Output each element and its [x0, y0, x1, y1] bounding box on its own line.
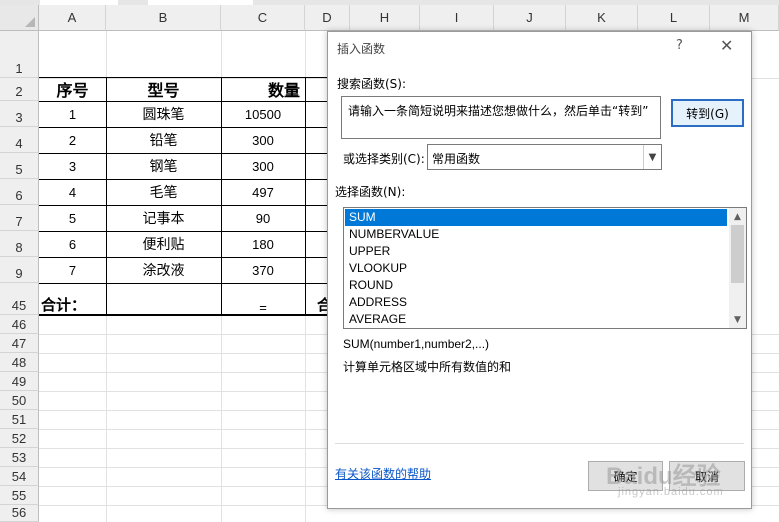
scroll-down-icon[interactable]: ▼: [729, 311, 746, 328]
select-all-corner[interactable]: [0, 5, 39, 31]
function-item-address[interactable]: ADDRESS: [345, 294, 727, 311]
list-scrollbar[interactable]: ▲ ▼: [729, 208, 746, 328]
row-header-52[interactable]: 52: [0, 429, 39, 448]
dialog-divider: [335, 443, 744, 444]
close-icon[interactable]: ✕: [720, 36, 733, 55]
column-header-a[interactable]: A: [39, 5, 106, 31]
table-cell-model[interactable]: 涂改液: [106, 257, 221, 283]
row-header-9[interactable]: 9: [0, 257, 39, 283]
header-cell-index[interactable]: 序号: [39, 78, 106, 102]
table-cell-index[interactable]: 4: [39, 179, 106, 205]
table-cell-model[interactable]: 圆珠笔: [106, 101, 221, 127]
scroll-up-icon[interactable]: ▲: [729, 208, 746, 225]
table-cell-quantity[interactable]: 300: [221, 127, 305, 153]
row-header-46[interactable]: 46: [0, 315, 39, 334]
function-item-round[interactable]: ROUND: [345, 277, 727, 294]
function-item-vlookup[interactable]: VLOOKUP: [345, 260, 727, 277]
dialog-title: 插入函数: [337, 42, 386, 56]
table-cell-model[interactable]: 毛笔: [106, 179, 221, 205]
category-label: 或选择类别(C):: [343, 152, 425, 166]
table-border: [305, 77, 306, 315]
table-cell-index[interactable]: 1: [39, 101, 106, 127]
row-header-3[interactable]: 3: [0, 101, 39, 127]
function-help-link[interactable]: 有关该函数的帮助: [335, 465, 431, 482]
column-header-b[interactable]: B: [106, 5, 221, 31]
row-header-49[interactable]: 49: [0, 372, 39, 391]
table-cell-quantity[interactable]: 90: [221, 205, 305, 231]
column-header-i[interactable]: I: [420, 5, 494, 31]
row-header-6[interactable]: 6: [0, 179, 39, 205]
table-cell-model[interactable]: 钢笔: [106, 153, 221, 179]
table-cell-quantity[interactable]: 497: [221, 179, 305, 205]
goto-button[interactable]: 转到(G): [671, 99, 744, 127]
table-cell-quantity[interactable]: 180: [221, 231, 305, 257]
row-header-45[interactable]: 45: [0, 283, 39, 315]
row-header-8[interactable]: 8: [0, 231, 39, 257]
search-input[interactable]: 请输入一条简短说明来描述您想做什么，然后单击“转到”: [341, 96, 661, 139]
total-partial-cell[interactable]: 合: [317, 283, 327, 316]
row-header-2[interactable]: 2: [0, 78, 39, 101]
table-cell-model[interactable]: 铅笔: [106, 127, 221, 153]
row-header-47[interactable]: 47: [0, 334, 39, 353]
column-header-k[interactable]: K: [566, 5, 638, 31]
column-header-h[interactable]: H: [350, 5, 420, 31]
table-cell-index[interactable]: 7: [39, 257, 106, 283]
function-item-numbervalue[interactable]: NUMBERVALUE: [345, 226, 727, 243]
column-header-d[interactable]: D: [305, 5, 350, 31]
row-header-5[interactable]: 5: [0, 153, 39, 179]
row-header-56[interactable]: 56: [0, 505, 39, 522]
table-cell-quantity[interactable]: 300: [221, 153, 305, 179]
category-value: 常用函数: [432, 152, 481, 166]
table-cell-quantity[interactable]: 370: [221, 257, 305, 283]
table-cell-index[interactable]: 6: [39, 231, 106, 257]
category-select[interactable]: 常用函数 ▼: [427, 144, 662, 170]
row-header-7[interactable]: 7: [0, 205, 39, 231]
total-label-cell[interactable]: 合计：: [41, 283, 106, 316]
cancel-button[interactable]: 取消: [669, 461, 745, 491]
insert-function-dialog: 插入函数 ? ✕ 搜索函数(S): 请输入一条简短说明来描述您想做什么，然后单击…: [327, 31, 752, 509]
table-cell-quantity[interactable]: 10500: [221, 101, 305, 127]
row-header-55[interactable]: 55: [0, 486, 39, 505]
table-cell-model[interactable]: 便利贴: [106, 231, 221, 257]
row-header-51[interactable]: 51: [0, 410, 39, 429]
row-header-1[interactable]: 1: [0, 31, 39, 78]
column-header-l[interactable]: L: [638, 5, 710, 31]
total-formula-cell[interactable]: =: [221, 283, 305, 318]
row-header-4[interactable]: 4: [0, 127, 39, 153]
row-header-50[interactable]: 50: [0, 391, 39, 410]
column-header-j[interactable]: J: [494, 5, 566, 31]
function-list[interactable]: SUM NUMBERVALUE UPPER VLOOKUP ROUND ADDR…: [343, 207, 747, 329]
column-header-m[interactable]: M: [710, 5, 779, 31]
function-syntax: SUM(number1,number2,...): [343, 337, 490, 351]
scroll-thumb[interactable]: [731, 225, 744, 283]
table-cell-index[interactable]: 2: [39, 127, 106, 153]
search-label: 搜索函数(S):: [337, 77, 407, 91]
function-description: 计算单元格区域中所有数值的和: [343, 360, 512, 374]
function-item-average[interactable]: AVERAGE: [345, 311, 727, 328]
ok-button[interactable]: 确定: [588, 461, 663, 491]
function-item-sum[interactable]: SUM: [345, 209, 727, 226]
table-cell-index[interactable]: 5: [39, 205, 106, 231]
chevron-down-icon[interactable]: ▼: [643, 145, 661, 169]
select-function-label: 选择函数(N):: [335, 185, 406, 199]
header-cell-model[interactable]: 型号: [106, 78, 221, 102]
column-header-c[interactable]: C: [221, 5, 305, 31]
table-cell-model[interactable]: 记事本: [106, 205, 221, 231]
function-item-upper[interactable]: UPPER: [345, 243, 727, 260]
table-cell-index[interactable]: 3: [39, 153, 106, 179]
row-header-53[interactable]: 53: [0, 448, 39, 467]
row-header-54[interactable]: 54: [0, 467, 39, 486]
help-icon[interactable]: ?: [676, 38, 683, 53]
row-header-48[interactable]: 48: [0, 353, 39, 372]
